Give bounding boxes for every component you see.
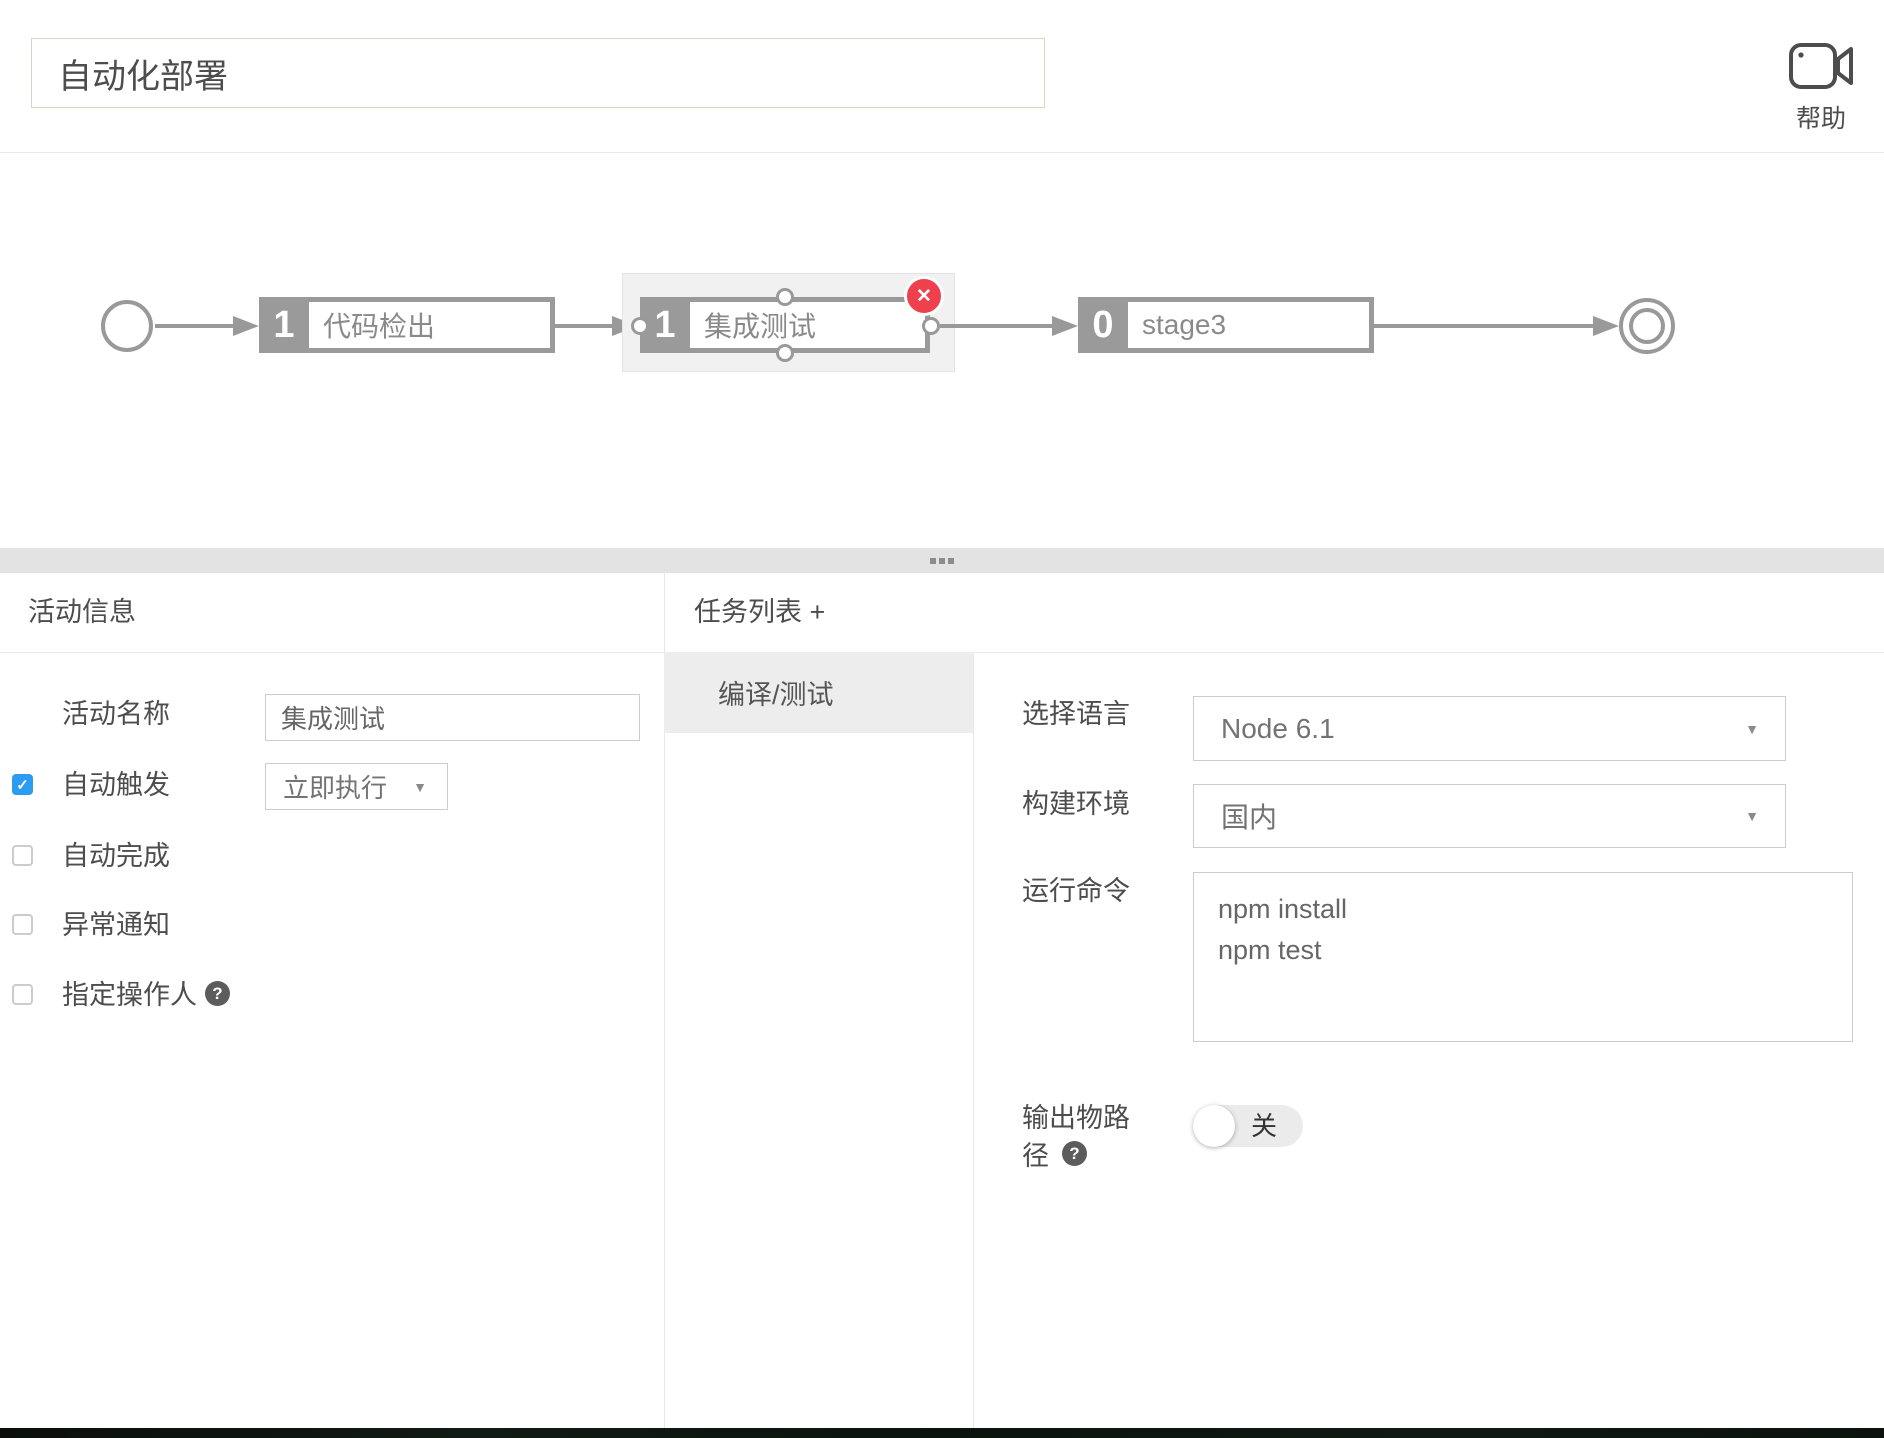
close-icon: ✕ [916, 285, 932, 308]
connector-line [940, 324, 1052, 328]
run-command-label: 运行命令 [1022, 874, 1130, 908]
check-icon: ✓ [16, 776, 29, 794]
output-path-label-line2: 径 [1022, 1139, 1049, 1173]
stage-label: stage3 [1128, 302, 1369, 348]
panel-splitter[interactable] [0, 548, 1884, 573]
drag-handle-icon [930, 558, 954, 564]
activity-name-label: 活动名称 [62, 697, 170, 731]
connection-handle-top[interactable] [776, 288, 794, 306]
question-mark-glyph: ? [1069, 1144, 1079, 1164]
operator-help-question-icon[interactable]: ? [205, 981, 230, 1006]
stage-badge: 0 [1078, 302, 1128, 348]
end-node-inner-ring [1629, 308, 1665, 344]
stage-label: 代码检出 [309, 302, 550, 348]
stage-badge: 1 [259, 302, 309, 348]
panel-header-row: 活动信息 任务列表 + [0, 573, 1884, 653]
connector-line [155, 324, 233, 328]
trigger-mode-value: 立即执行 [283, 768, 387, 805]
language-value: Node 6.1 [1221, 713, 1335, 745]
connection-handle-right[interactable] [922, 317, 940, 335]
build-env-dropdown[interactable]: 国内 ▼ [1193, 784, 1786, 848]
connector-line [555, 324, 612, 328]
activity-panel-title: 活动信息 [28, 573, 136, 652]
language-dropdown[interactable]: Node 6.1 ▼ [1193, 696, 1786, 761]
header: 帮助 [0, 0, 1884, 153]
stage-label: 集成测试 [690, 302, 925, 348]
chevron-down-icon: ▼ [1745, 808, 1759, 824]
build-env-label: 构建环境 [1022, 787, 1130, 821]
language-label: 选择语言 [1022, 697, 1130, 731]
exception-notify-label: 异常通知 [62, 908, 170, 942]
delete-stage-button[interactable]: ✕ [904, 276, 944, 316]
chevron-down-icon: ▼ [1745, 721, 1759, 737]
exception-notify-checkbox[interactable] [12, 914, 33, 935]
connector-line [1374, 324, 1593, 328]
assign-operator-label: 指定操作人 [62, 978, 197, 1012]
desktop-background-strip [0, 1428, 1884, 1438]
auto-complete-checkbox[interactable] [12, 845, 33, 866]
connector-arrow-icon [233, 316, 259, 336]
activity-name-input[interactable] [265, 694, 640, 741]
auto-trigger-checkbox[interactable]: ✓ [12, 774, 33, 795]
assign-operator-checkbox[interactable] [12, 984, 33, 1005]
video-camera-icon [1788, 42, 1854, 90]
help-label: 帮助 [1776, 99, 1866, 135]
panel-divider [973, 652, 974, 1428]
output-path-help-question-icon[interactable]: ? [1062, 1141, 1087, 1166]
toggle-state-label: 关 [1251, 1105, 1277, 1147]
connector-arrow-icon [1593, 316, 1619, 336]
task-list-title[interactable]: 任务列表 + [694, 573, 825, 652]
pipeline-editor-app: 帮助 1 代码检出 1 集成测试 ✕ 0 stage3 [0, 0, 1884, 1438]
end-node[interactable] [1619, 298, 1675, 354]
pipeline-name-input[interactable] [31, 38, 1045, 108]
output-path-label-line1: 输出物路 [1022, 1101, 1130, 1135]
build-env-value: 国内 [1221, 796, 1277, 836]
stage-node-stage3[interactable]: 0 stage3 [1078, 297, 1374, 353]
start-node[interactable] [101, 300, 153, 352]
question-mark-glyph: ? [212, 984, 222, 1004]
task-tab-compile-test[interactable]: 编译/测试 [664, 652, 973, 733]
chevron-down-icon: ▼ [413, 779, 427, 795]
output-path-toggle[interactable]: 关 [1193, 1105, 1303, 1147]
auto-trigger-label: 自动触发 [62, 768, 170, 802]
task-tab-label: 编译/测试 [718, 673, 834, 712]
run-command-textarea[interactable]: npm install npm test [1193, 872, 1853, 1042]
connection-handle-bottom[interactable] [776, 344, 794, 362]
trigger-mode-dropdown[interactable]: 立即执行 ▼ [265, 763, 448, 810]
connector-arrow-icon [1052, 316, 1078, 336]
help-button[interactable]: 帮助 [1776, 42, 1866, 135]
pipeline-canvas[interactable]: 1 代码检出 1 集成测试 ✕ 0 stage3 [0, 153, 1884, 548]
stage-node-checkout[interactable]: 1 代码检出 [259, 297, 555, 353]
toggle-knob [1193, 1105, 1235, 1147]
connection-handle-left[interactable] [631, 317, 649, 335]
auto-complete-label: 自动完成 [62, 839, 170, 873]
